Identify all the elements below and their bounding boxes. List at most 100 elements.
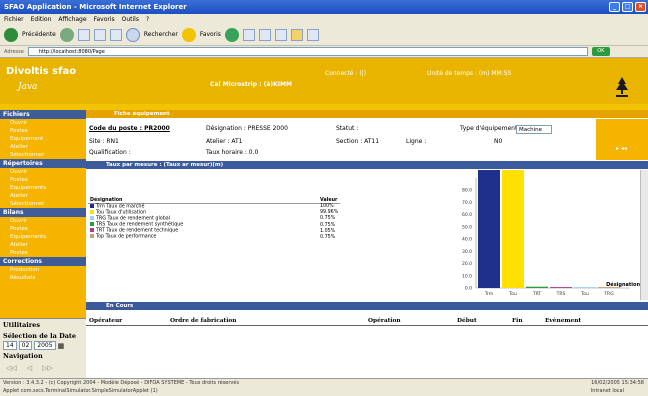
ops-col-fin: Fin [512, 318, 523, 324]
forward-arrow-icon[interactable] [59, 27, 74, 42]
x-axis-label: Désignation [606, 281, 640, 288]
y-tick-label: 0.0 [465, 286, 472, 292]
home-icon[interactable] [109, 28, 122, 41]
minimize-button[interactable]: _ [609, 2, 620, 12]
sidebar: Fichiers Ouvrir Postes Equipement Atelie… [0, 110, 86, 318]
history-icon[interactable] [224, 27, 239, 42]
sidebar-item[interactable]: Sélectionner [0, 200, 86, 208]
status-datetime: 16/02/2005 15:34:58 [591, 380, 644, 386]
maximize-button[interactable]: □ [622, 2, 633, 12]
nav-last-button[interactable]: ▷▷ [42, 364, 53, 372]
close-button[interactable]: × [635, 2, 646, 12]
header-time-unit: Unité de temps : (m) MM:SS [427, 70, 512, 77]
sidebar-item[interactable]: Postes [0, 176, 86, 184]
sidebar-item[interactable]: Postes [0, 225, 86, 233]
sidebar-item[interactable]: Atelier [0, 192, 86, 200]
edit-icon[interactable] [274, 28, 287, 41]
print-icon[interactable] [258, 28, 271, 41]
favorites-star-icon[interactable] [181, 27, 196, 42]
row-label: TRS Taux de rendement synthétique [96, 222, 184, 228]
sidebar-item[interactable]: Postes [0, 249, 86, 257]
sidebar-item[interactable]: Postes [0, 127, 86, 135]
ops-col-of: Ordre de fabrication [170, 318, 237, 324]
sidebar-item[interactable]: Ouvrir [0, 119, 86, 127]
sidebar-item[interactable]: Production [0, 266, 86, 274]
browser-status-bar: Applet com.sscs.TerminalSimulator.Simple… [0, 387, 648, 396]
y-tick-label: 40.0 [462, 237, 472, 243]
chart-scrollbar[interactable] [640, 170, 648, 300]
bar-trm [478, 170, 500, 288]
nav-prev-button[interactable]: ◁ [27, 364, 32, 372]
row-label: Trm Taux de marché [96, 204, 145, 210]
refresh-icon[interactable] [93, 28, 106, 41]
sidebar-item[interactable]: Sélectionner [0, 151, 86, 159]
favorites-button[interactable]: Favoris [200, 31, 221, 38]
sidebar-section-fichiers[interactable]: Fichiers [0, 110, 86, 119]
sidebar-item[interactable]: Résultats [0, 274, 86, 282]
detail-panel-title: Fiche équipement [86, 110, 648, 118]
go-button[interactable]: OK [591, 47, 610, 56]
site-label: Site : RN1 [89, 138, 119, 145]
menu-edition[interactable]: Edition [31, 16, 52, 23]
ops-area: Opérateur Ordre de fabrication Opération… [86, 310, 648, 378]
app-logo: Java [18, 82, 38, 92]
menu-fichier[interactable]: Fichier [4, 16, 24, 23]
folder-icon[interactable] [290, 28, 303, 41]
date-year-field[interactable]: 2005 [34, 341, 56, 350]
menu-help[interactable]: ? [146, 16, 149, 23]
sidebar-item[interactable]: Equipements [0, 184, 86, 192]
window-title-bar: SFAO Application - Microsoft Internet Ex… [0, 0, 648, 14]
nav-first-button[interactable]: ◁◁ [6, 364, 17, 372]
detail-side-strip: ▸ ◂◂ [596, 119, 648, 160]
emblem-icon [616, 77, 628, 97]
mail-icon[interactable] [242, 28, 255, 41]
header-center-info: Cal Microstrip : (à)KIMM [210, 81, 292, 88]
table-row: Top Taux de performance 0.75% [88, 234, 340, 240]
calendar-icon[interactable]: ▦ [58, 342, 65, 350]
x-tick-label: Trm [484, 291, 493, 297]
sidebar-item[interactable]: Equipement [0, 135, 86, 143]
sidebar-item[interactable]: Atelier [0, 241, 86, 249]
x-tick-label: Tou [580, 291, 589, 297]
row-label: TRG Taux de rendement global [96, 216, 171, 222]
zone-status: Intranet local [590, 388, 624, 394]
ops-col-operateur: Opérateur [89, 318, 123, 324]
menu-favoris[interactable]: Favoris [94, 16, 115, 23]
date-day-field[interactable]: 14 [3, 341, 17, 350]
date-selection-label: Sélection de la Date [3, 332, 77, 340]
sidebar-item[interactable]: Ouvrir [0, 217, 86, 225]
stop-icon[interactable] [77, 28, 90, 41]
ops-col-evenement: Evènement [545, 318, 582, 324]
search-button[interactable]: Rechercher [144, 31, 178, 38]
back-button[interactable]: Précédente [22, 31, 56, 38]
row-designation: Top Taux de performance [88, 234, 318, 240]
sidebar-section-repertoires[interactable]: Répertoires [0, 159, 86, 168]
sidebar-section-bilans[interactable]: Bilans [0, 208, 86, 217]
designation-label: Désignation : PRESSE 2000 [206, 125, 288, 132]
address-input[interactable]: http://localhost:8080/Page [27, 47, 588, 56]
status-copyright: Version : 3.4.3.2 - (c) Copyright 2004 -… [3, 380, 240, 386]
brand-title: Divoltis sfao [6, 66, 77, 77]
main-content: Fiche équipement Code du poste : PR2000 … [86, 110, 648, 378]
statut-label: Statut : [336, 125, 359, 132]
applet-status: Applet com.sscs.TerminalSimulator.Simple… [3, 388, 158, 394]
sidebar-item[interactable]: Ouvrir [0, 168, 86, 176]
status-bar: Version : 3.4.3.2 - (c) Copyright 2004 -… [0, 378, 648, 387]
search-icon[interactable] [125, 27, 140, 42]
x-tick-label: TRT [532, 291, 542, 297]
nav-arrows-icon[interactable]: ▸ ◂◂ [616, 145, 627, 152]
back-arrow-icon[interactable] [4, 27, 18, 42]
date-month-field[interactable]: 02 [18, 341, 33, 350]
type-select[interactable]: Machine [516, 125, 552, 134]
messenger-icon[interactable] [306, 28, 319, 41]
menu-affichage[interactable]: Affichage [58, 16, 86, 23]
sidebar-item[interactable]: Atelier [0, 143, 86, 151]
x-tick-label: TRG [603, 291, 614, 297]
y-tick-label: 70.0 [462, 200, 472, 206]
color-swatch [90, 222, 94, 227]
row-label: Tou Taux d'utilisation [96, 210, 147, 216]
window-title: SFAO Application - Microsoft Internet Ex… [4, 3, 187, 11]
sidebar-item[interactable]: Equipements [0, 233, 86, 241]
menu-outils[interactable]: Outils [122, 16, 139, 23]
sidebar-section-corrections[interactable]: Corrections [0, 257, 86, 266]
